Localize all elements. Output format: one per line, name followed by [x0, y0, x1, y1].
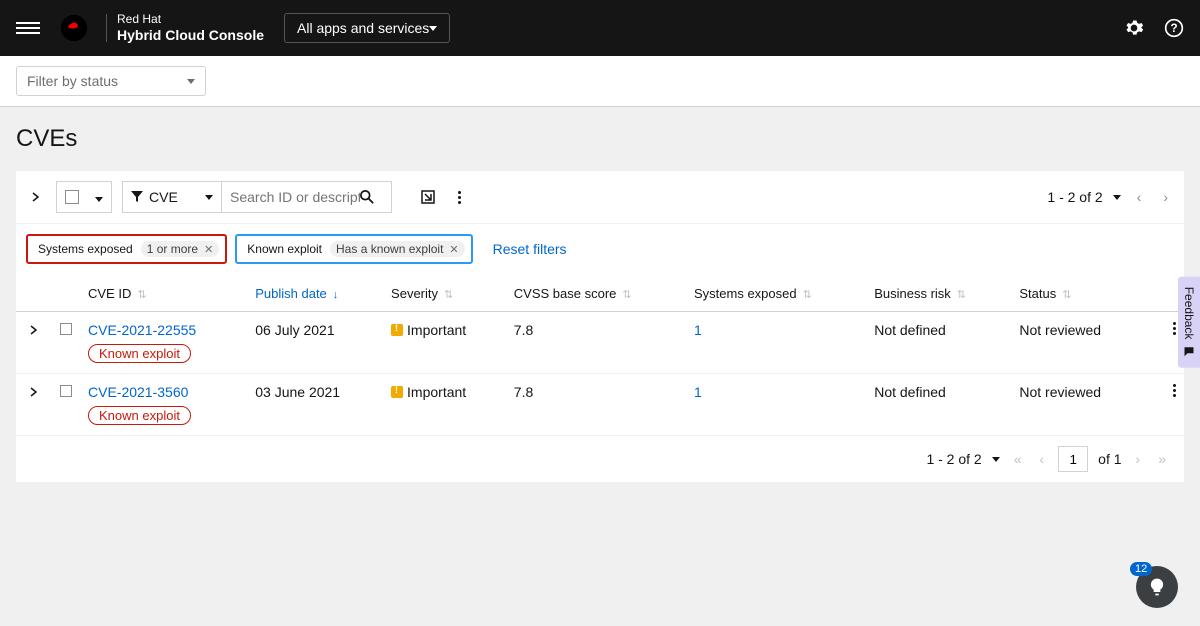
pager-bottom: 1 - 2 of 2 « ‹ of 1 › » — [16, 436, 1184, 482]
row-kebab-menu[interactable] — [1173, 322, 1176, 335]
cell-business-risk: Not defined — [866, 374, 1011, 436]
bulk-select-dropdown[interactable] — [56, 181, 112, 213]
feedback-tab[interactable]: Feedback — [1178, 277, 1200, 368]
cve-id-link[interactable]: CVE-2021-3560 — [88, 384, 239, 400]
pager-compact: 1 - 2 of 2 ‹ › — [1047, 189, 1174, 205]
search-input-group[interactable] — [222, 181, 392, 213]
pager-first-button[interactable]: « — [1010, 451, 1026, 467]
cve-table: CVE ID⇅ Publish date↓ Severity⇅ CVSS bas… — [16, 276, 1184, 436]
cell-publish-date: 06 July 2021 — [247, 312, 383, 374]
chevron-down-icon — [95, 197, 103, 202]
chat-icon — [1183, 345, 1195, 357]
chip-label: Known exploit — [243, 240, 326, 258]
reset-filters-link[interactable]: Reset filters — [493, 241, 567, 257]
chevron-down-icon — [429, 26, 437, 31]
systems-exposed-link[interactable]: 1 — [694, 384, 702, 400]
search-icon[interactable] — [360, 190, 374, 204]
cell-severity: Important — [383, 312, 506, 374]
lightbulb-icon — [1147, 577, 1167, 597]
filter-type-dropdown[interactable]: CVE — [122, 181, 222, 213]
chip-systems-exposed: Systems exposed 1 or more ✕ — [26, 234, 227, 264]
svg-text:?: ? — [1170, 22, 1177, 35]
known-exploit-badge: Known exploit — [88, 344, 191, 363]
cell-business-risk: Not defined — [866, 312, 1011, 374]
search-input[interactable] — [230, 189, 360, 205]
hamburger-menu-icon[interactable] — [16, 16, 40, 40]
checkbox-icon — [65, 190, 79, 204]
filter-status-placeholder: Filter by status — [27, 73, 118, 89]
chevron-down-icon[interactable] — [1113, 195, 1121, 200]
pager-prev-button[interactable]: ‹ — [1131, 189, 1148, 205]
feedback-label: Feedback — [1182, 287, 1196, 340]
pager-range: 1 - 2 of 2 — [926, 451, 981, 467]
col-cve-id[interactable]: CVE ID⇅ — [80, 276, 247, 312]
expand-all-toggle[interactable] — [26, 189, 46, 205]
logo-divider — [106, 14, 107, 42]
severity-icon — [391, 324, 403, 336]
insights-bubble[interactable]: 12 — [1136, 566, 1178, 608]
filter-icon — [131, 191, 143, 203]
export-icon[interactable] — [420, 189, 436, 205]
pager-last-button[interactable]: » — [1154, 451, 1170, 467]
cve-id-link[interactable]: CVE-2021-22555 — [88, 322, 239, 338]
app-selector-dropdown[interactable]: All apps and services — [284, 13, 450, 43]
row-kebab-menu[interactable] — [1173, 384, 1176, 397]
chevron-down-icon — [187, 79, 195, 84]
pager-next-button[interactable]: › — [1132, 451, 1145, 467]
cell-cvss: 7.8 — [506, 374, 686, 436]
systems-exposed-link[interactable]: 1 — [694, 322, 702, 338]
chip-known-exploit: Known exploit Has a known exploit ✕ — [235, 234, 472, 264]
help-icon[interactable]: ? — [1164, 18, 1184, 38]
chip-label: Systems exposed — [34, 240, 137, 258]
row-expand-toggle[interactable] — [16, 374, 52, 436]
row-checkbox[interactable] — [52, 374, 80, 436]
col-severity[interactable]: Severity⇅ — [383, 276, 506, 312]
top-header: Red Hat Hybrid Cloud Console All apps an… — [0, 0, 1200, 56]
table-row: CVE-2021-3560 Known exploit 03 June 2021… — [16, 374, 1184, 436]
pager-range: 1 - 2 of 2 — [1047, 189, 1102, 205]
chevron-down-icon[interactable] — [992, 457, 1000, 462]
bubble-count-badge: 12 — [1130, 562, 1152, 576]
sub-toolbar: Filter by status — [0, 56, 1200, 107]
cell-publish-date: 03 June 2021 — [247, 374, 383, 436]
redhat-icon — [60, 14, 88, 42]
row-expand-toggle[interactable] — [16, 312, 52, 374]
col-status[interactable]: Status⇅ — [1011, 276, 1143, 312]
row-checkbox[interactable] — [52, 312, 80, 374]
cell-status: Not reviewed — [1011, 374, 1143, 436]
app-selector-label: All apps and services — [297, 20, 429, 36]
table-row: CVE-2021-22555 Known exploit 06 July 202… — [16, 312, 1184, 374]
filter-type-label: CVE — [149, 189, 178, 205]
brand-logo[interactable]: Red Hat Hybrid Cloud Console — [60, 13, 264, 43]
chip-value: 1 or more ✕ — [141, 241, 220, 257]
pager-next-button[interactable]: › — [1157, 189, 1174, 205]
gear-icon[interactable] — [1124, 18, 1144, 38]
col-publish-date[interactable]: Publish date↓ — [247, 276, 383, 312]
col-cvss[interactable]: CVSS base score⇅ — [506, 276, 686, 312]
filter-by-status-dropdown[interactable]: Filter by status — [16, 66, 206, 96]
table-toolbar: CVE 1 - 2 of 2 ‹ › — [16, 171, 1184, 224]
cve-card: CVE 1 - 2 of 2 ‹ › Systems exposed 1 or … — [16, 171, 1184, 482]
chevron-down-icon — [205, 195, 213, 200]
cell-severity: Important — [383, 374, 506, 436]
col-systems-exposed[interactable]: Systems exposed⇅ — [686, 276, 866, 312]
cell-status: Not reviewed — [1011, 312, 1143, 374]
chip-remove-icon[interactable]: ✕ — [449, 243, 458, 256]
brand-line2: Hybrid Cloud Console — [117, 27, 264, 43]
brand-line1: Red Hat — [117, 13, 264, 27]
col-business-risk[interactable]: Business risk⇅ — [866, 276, 1011, 312]
pager-prev-button[interactable]: ‹ — [1036, 451, 1049, 467]
known-exploit-badge: Known exploit — [88, 406, 191, 425]
pager-page-input[interactable] — [1058, 446, 1088, 472]
filter-chips-row: Systems exposed 1 or more ✕ Known exploi… — [16, 224, 1184, 276]
cell-cvss: 7.8 — [506, 312, 686, 374]
chip-remove-icon[interactable]: ✕ — [204, 243, 213, 256]
pager-of-text: of 1 — [1098, 451, 1121, 467]
chip-value: Has a known exploit ✕ — [330, 241, 465, 257]
brand-text: Red Hat Hybrid Cloud Console — [117, 13, 264, 43]
toolbar-kebab-menu[interactable] — [458, 191, 461, 204]
page-title: CVEs — [0, 107, 1200, 163]
severity-icon — [391, 386, 403, 398]
